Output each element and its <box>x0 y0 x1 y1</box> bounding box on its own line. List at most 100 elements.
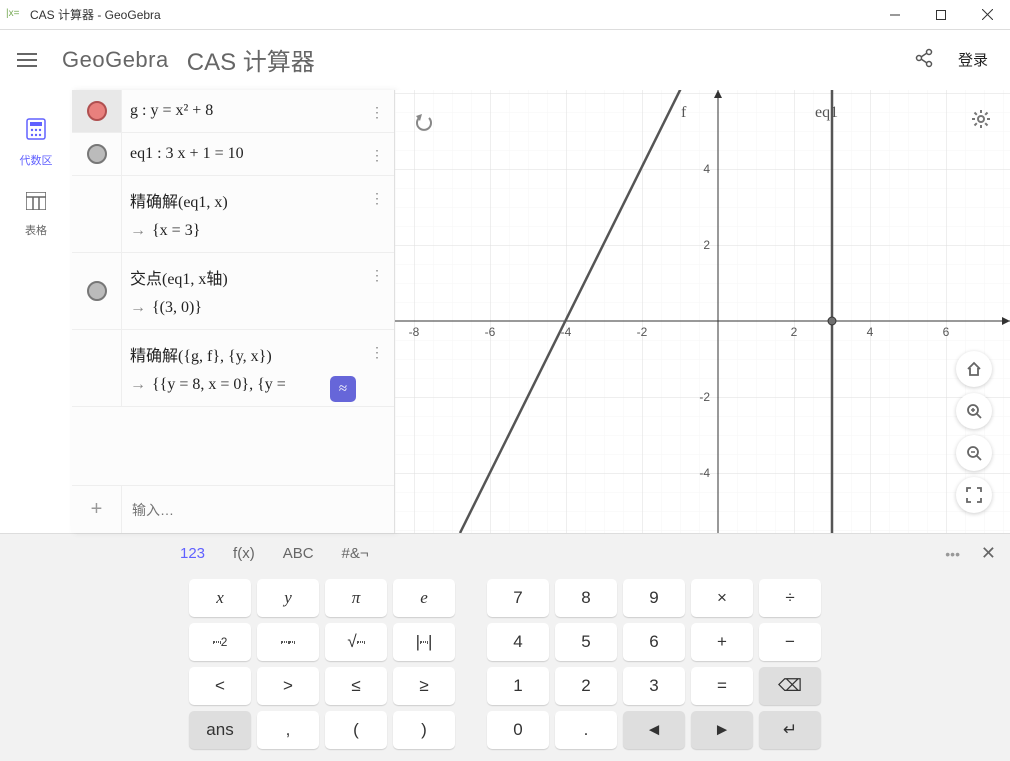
kb-tab-sym[interactable]: #&¬ <box>342 545 369 562</box>
undo-button[interactable] <box>409 108 439 138</box>
keyboard-rows: x y π e 7 8 9 × ÷ 2 √ | | 4 5 6 + − < > … <box>0 573 1010 761</box>
cas-row[interactable]: g : y = x² + 8 ⋮ <box>72 90 394 133</box>
intersection-point[interactable] <box>828 317 836 325</box>
fullscreen-button[interactable] <box>956 477 992 513</box>
key-backspace[interactable]: ⌫ <box>759 667 821 705</box>
key-dot[interactable]: . <box>555 711 617 749</box>
key-6[interactable]: 6 <box>623 623 685 661</box>
key-multiply[interactable]: × <box>691 579 753 617</box>
color-dot-icon <box>87 101 107 121</box>
cas-row[interactable]: eq1 : 3 x + 1 = 10 ⋮ <box>72 133 394 176</box>
cas-row[interactable]: 交点(eq1, x轴) →{(3, 0)} ⋮ <box>72 253 394 330</box>
cas-list: g : y = x² + 8 ⋮ eq1 : 3 x + 1 = 10 ⋮ 精确… <box>72 90 394 485</box>
cas-expression[interactable]: 交点(eq1, x轴) <box>130 265 352 289</box>
add-row-button[interactable]: + <box>72 486 122 533</box>
key-e[interactable]: e <box>393 579 455 617</box>
svg-text:2: 2 <box>703 238 710 252</box>
minimize-button[interactable] <box>872 0 918 30</box>
share-button[interactable] <box>914 48 934 71</box>
cas-input[interactable] <box>122 502 394 518</box>
kb-tab-abc[interactable]: ABC <box>283 545 314 562</box>
window-titlebar: |x= CAS 计算器 - GeoGebra <box>0 0 1010 30</box>
key-0[interactable]: 0 <box>487 711 549 749</box>
key-minus[interactable]: − <box>759 623 821 661</box>
key-2[interactable]: 2 <box>555 667 617 705</box>
svg-text:4: 4 <box>867 325 874 339</box>
cas-visibility-toggle[interactable] <box>72 90 122 132</box>
app-header: GeoGebra CAS 计算器 登录 <box>0 30 1010 90</box>
key-divide[interactable]: ÷ <box>759 579 821 617</box>
graph-canvas[interactable]: -8 -6 -4 -2 2 4 6 -4 -2 2 4 <box>395 90 1010 533</box>
cas-expression[interactable]: g : y = x² + 8 <box>122 90 360 132</box>
main-area: 代数区 表格 g : y = x² + 8 ⋮ eq1 : 3 x + 1 = … <box>0 90 1010 533</box>
key-abs[interactable]: | | <box>393 623 455 661</box>
login-link[interactable]: 登录 <box>958 49 988 70</box>
cas-row[interactable]: 精确解(eq1, x) →{x = 3} ⋮ <box>72 176 394 253</box>
key-plus[interactable]: + <box>691 623 753 661</box>
key-enter[interactable]: ↵ <box>759 711 821 749</box>
maximize-button[interactable] <box>918 0 964 30</box>
kb-close-button[interactable]: ✕ <box>981 543 996 564</box>
key-lparen[interactable]: ( <box>325 711 387 749</box>
kb-tab-fx[interactable]: f(x) <box>233 545 255 562</box>
cas-row[interactable]: 精确解({g, f}, {y, x}) →{{y = 8, x = 0}, {y… <box>72 330 394 407</box>
key-1[interactable]: 1 <box>487 667 549 705</box>
key-x[interactable]: x <box>189 579 251 617</box>
key-ge[interactable]: ≥ <box>393 667 455 705</box>
cas-more-icon[interactable]: ⋮ <box>360 176 394 252</box>
cas-visibility-toggle[interactable] <box>72 176 122 252</box>
zoom-in-button[interactable] <box>956 393 992 429</box>
key-7[interactable]: 7 <box>487 579 549 617</box>
zoom-out-button[interactable] <box>956 435 992 471</box>
graph-settings-button[interactable] <box>970 108 992 133</box>
nav-algebra[interactable]: 代数区 <box>20 118 53 168</box>
key-5[interactable]: 5 <box>555 623 617 661</box>
cas-visibility-toggle[interactable] <box>72 330 122 406</box>
cas-expression[interactable]: 精确解(eq1, x) <box>130 188 352 212</box>
nav-table[interactable]: 表格 <box>25 192 47 238</box>
home-button[interactable] <box>956 351 992 387</box>
graph-view[interactable]: -8 -6 -4 -2 2 4 6 -4 -2 2 4 f eq1 <box>395 90 1010 533</box>
close-button[interactable] <box>964 0 1010 30</box>
key-le[interactable]: ≤ <box>325 667 387 705</box>
key-left[interactable]: ◄ <box>623 711 685 749</box>
color-dot-icon <box>87 281 107 301</box>
key-comma[interactable]: , <box>257 711 319 749</box>
key-power[interactable] <box>257 623 319 661</box>
key-sqrt[interactable]: √ <box>325 623 387 661</box>
cas-expression[interactable]: eq1 : 3 x + 1 = 10 <box>122 133 360 175</box>
approximate-button[interactable]: ≈ <box>330 376 356 402</box>
menu-button[interactable] <box>12 45 42 75</box>
app-icon: |x= <box>6 8 26 22</box>
cas-input-row: + <box>72 485 394 533</box>
cas-expression[interactable]: 精确解({g, f}, {y, x}) <box>130 342 352 366</box>
key-pi[interactable]: π <box>325 579 387 617</box>
app-title: CAS 计算器 <box>187 42 315 77</box>
key-8[interactable]: 8 <box>555 579 617 617</box>
color-dot-icon <box>87 144 107 164</box>
key-right[interactable]: ► <box>691 711 753 749</box>
cas-more-icon[interactable]: ⋮ <box>360 133 394 175</box>
kb-tab-123[interactable]: 123 <box>180 545 205 562</box>
kb-more-button[interactable]: ••• <box>945 546 960 562</box>
svg-text:-4: -4 <box>699 466 710 480</box>
svg-text:4: 4 <box>703 162 710 176</box>
key-lt[interactable]: < <box>189 667 251 705</box>
key-3[interactable]: 3 <box>623 667 685 705</box>
cas-more-icon[interactable]: ⋮ <box>360 330 394 406</box>
cas-visibility-toggle[interactable] <box>72 253 122 329</box>
key-square[interactable]: 2 <box>189 623 251 661</box>
key-rparen[interactable]: ) <box>393 711 455 749</box>
calculator-icon <box>26 118 46 146</box>
key-9[interactable]: 9 <box>623 579 685 617</box>
graph-label-f[interactable]: f <box>681 104 686 122</box>
cas-more-icon[interactable]: ⋮ <box>360 253 394 329</box>
key-ans[interactable]: ans <box>189 711 251 749</box>
cas-visibility-toggle[interactable] <box>72 133 122 175</box>
key-gt[interactable]: > <box>257 667 319 705</box>
cas-more-icon[interactable]: ⋮ <box>360 90 394 132</box>
key-equals[interactable]: = <box>691 667 753 705</box>
graph-label-eq1[interactable]: eq1 <box>815 104 838 122</box>
key-y[interactable]: y <box>257 579 319 617</box>
key-4[interactable]: 4 <box>487 623 549 661</box>
